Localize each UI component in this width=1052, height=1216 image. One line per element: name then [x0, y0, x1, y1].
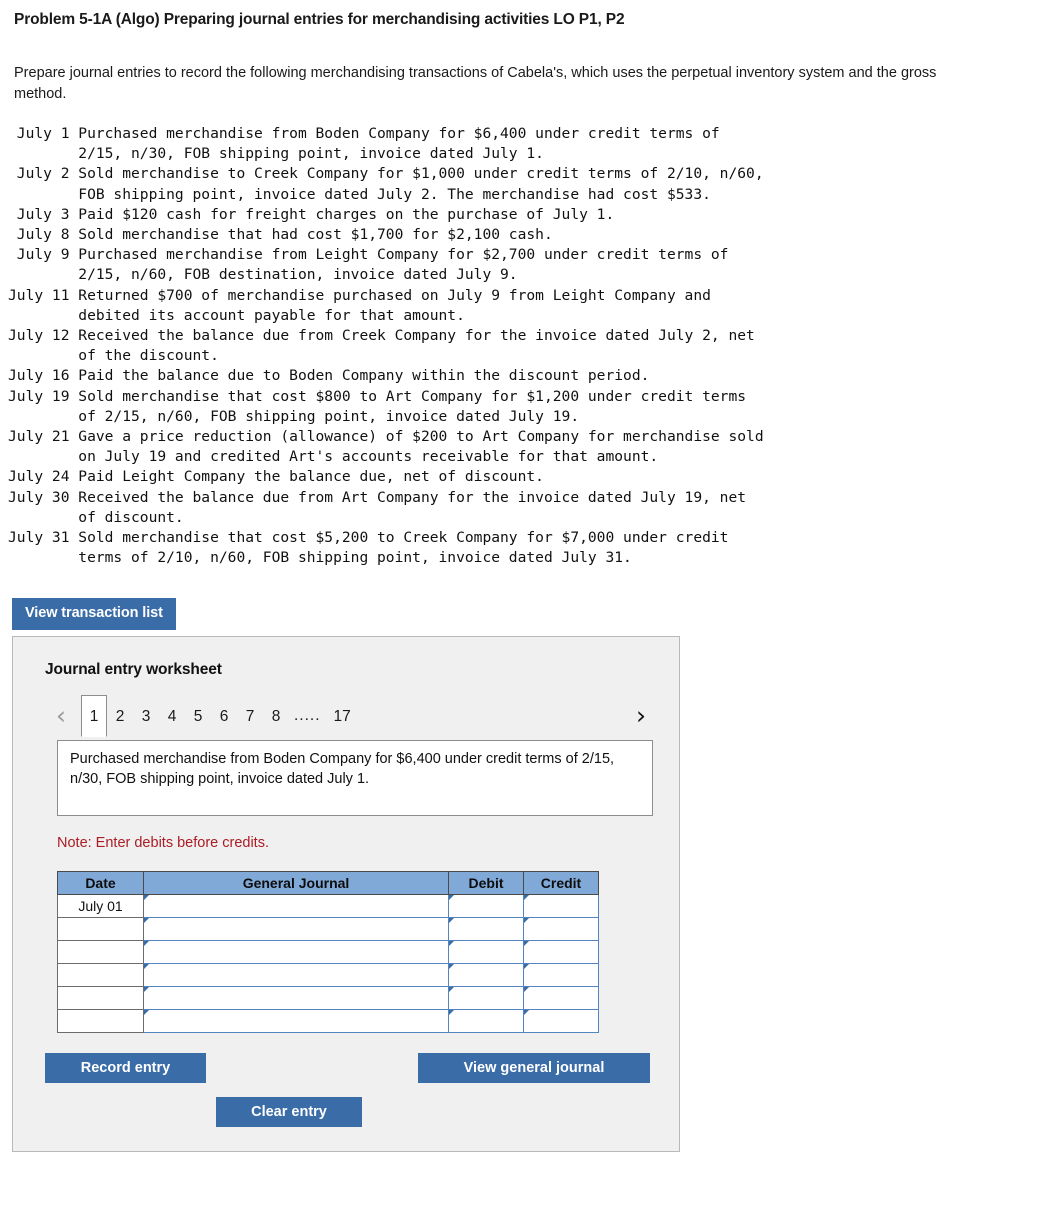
page-tab-6[interactable]: 6	[211, 695, 237, 737]
cell-debit[interactable]	[448, 986, 524, 1010]
table-row	[57, 963, 599, 987]
instructions-text: Prepare journal entries to record the fo…	[14, 65, 937, 102]
cell-credit[interactable]	[523, 963, 599, 987]
transaction-description: Purchased merchandise from Boden Company…	[57, 740, 653, 816]
view-general-journal-button[interactable]: View general journal	[418, 1053, 650, 1083]
cell-debit[interactable]	[448, 917, 524, 941]
cell-general-journal[interactable]	[143, 963, 449, 987]
column-header-debit: Debit	[448, 871, 524, 895]
cell-general-journal[interactable]	[143, 1009, 449, 1033]
chevron-left-icon[interactable]: ‹	[49, 699, 73, 733]
cell-debit[interactable]	[448, 894, 524, 918]
page-tab-list: 1 2 3 4 5 6 7 8..... 17	[81, 695, 359, 737]
journal-entry-table: Date General Journal Debit Credit July 0…	[57, 871, 599, 1033]
page-tab-17[interactable]: 17	[326, 695, 359, 737]
transaction-row: July 12 Received the balance due from Cr…	[8, 327, 755, 365]
transaction-row: July 31 Sold merchandise that cost $5,20…	[8, 529, 729, 567]
transaction-row: July 2 Sold merchandise to Creek Company…	[16, 165, 764, 203]
table-row: July 01	[57, 894, 599, 918]
cell-credit[interactable]	[523, 894, 599, 918]
cell-debit[interactable]	[448, 963, 524, 987]
transaction-row: July 11 Returned $700 of merchandise pur…	[8, 286, 711, 324]
journal-entry-worksheet-panel: Journal entry worksheet ‹ 1 2 3 4 5 6 7 8..... 1…	[12, 636, 680, 1152]
cell-credit[interactable]	[523, 940, 599, 964]
cell-debit[interactable]	[448, 1009, 524, 1033]
record-entry-button[interactable]: Record entry	[45, 1053, 206, 1083]
page-ellipsis: .....	[294, 707, 321, 724]
cell-date[interactable]	[57, 940, 144, 964]
worksheet-pager: ‹ 1 2 3 4 5 6 7 8..... 17 ›	[41, 695, 653, 737]
page-title: Problem 5-1A (Algo) Preparing journal en…	[14, 11, 625, 28]
cell-general-journal[interactable]	[143, 917, 449, 941]
debits-before-credits-note: Note: Enter debits before credits.	[57, 835, 269, 851]
transaction-row: July 19 Sold merchandise that cost $800 …	[8, 387, 747, 425]
cell-credit[interactable]	[523, 1009, 599, 1033]
transaction-list: July 1 Purchased merchandise from Boden …	[8, 124, 968, 568]
cell-general-journal[interactable]	[143, 894, 449, 918]
view-transaction-list-button[interactable]: View transaction list	[12, 598, 176, 630]
transaction-row: July 21 Gave a price reduction (allowanc…	[8, 428, 764, 466]
chevron-right-icon[interactable]: ›	[629, 699, 653, 733]
cell-date[interactable]	[57, 986, 144, 1010]
transaction-row: July 30 Received the balance due from Ar…	[8, 488, 747, 526]
worksheet-title: Journal entry worksheet	[45, 661, 222, 678]
page-tab-2[interactable]: 2	[107, 695, 133, 737]
cell-date[interactable]	[57, 963, 144, 987]
table-row	[57, 917, 599, 941]
cell-credit[interactable]	[523, 917, 599, 941]
column-header-general-journal: General Journal	[143, 871, 449, 895]
table-row	[57, 986, 599, 1010]
page-tab-1[interactable]: 1	[81, 695, 107, 737]
table-header-row: Date General Journal Debit Credit	[57, 871, 599, 895]
transaction-row: July 8 Sold merchandise that had cost $1…	[8, 226, 553, 244]
cell-credit[interactable]	[523, 986, 599, 1010]
clear-entry-button[interactable]: Clear entry	[216, 1097, 362, 1127]
transaction-row: July 9 Purchased merchandise from Leight…	[16, 246, 729, 284]
cell-date[interactable]: July 01	[57, 894, 144, 918]
transaction-row: July 3 Paid $120 cash for freight charge…	[8, 205, 615, 223]
transaction-row: July 16 Paid the balance due to Boden Co…	[8, 367, 650, 385]
column-header-date: Date	[57, 871, 144, 895]
page-tab-3[interactable]: 3	[133, 695, 159, 737]
page-tab-8[interactable]: 8	[263, 695, 289, 737]
transaction-row: July 24 Paid Leight Company the balance …	[8, 468, 544, 486]
column-header-credit: Credit	[523, 871, 599, 895]
journal-table-body: July 01	[57, 894, 599, 1033]
table-row	[57, 940, 599, 964]
cell-general-journal[interactable]	[143, 986, 449, 1010]
page-tab-4[interactable]: 4	[159, 695, 185, 737]
cell-date[interactable]	[57, 917, 144, 941]
table-row	[57, 1009, 599, 1033]
cell-general-journal[interactable]	[143, 940, 449, 964]
cell-date[interactable]	[57, 1009, 144, 1033]
transaction-row: July 1 Purchased merchandise from Boden …	[16, 125, 720, 163]
page-tab-7[interactable]: 7	[237, 695, 263, 737]
cell-debit[interactable]	[448, 940, 524, 964]
page-tab-5[interactable]: 5	[185, 695, 211, 737]
